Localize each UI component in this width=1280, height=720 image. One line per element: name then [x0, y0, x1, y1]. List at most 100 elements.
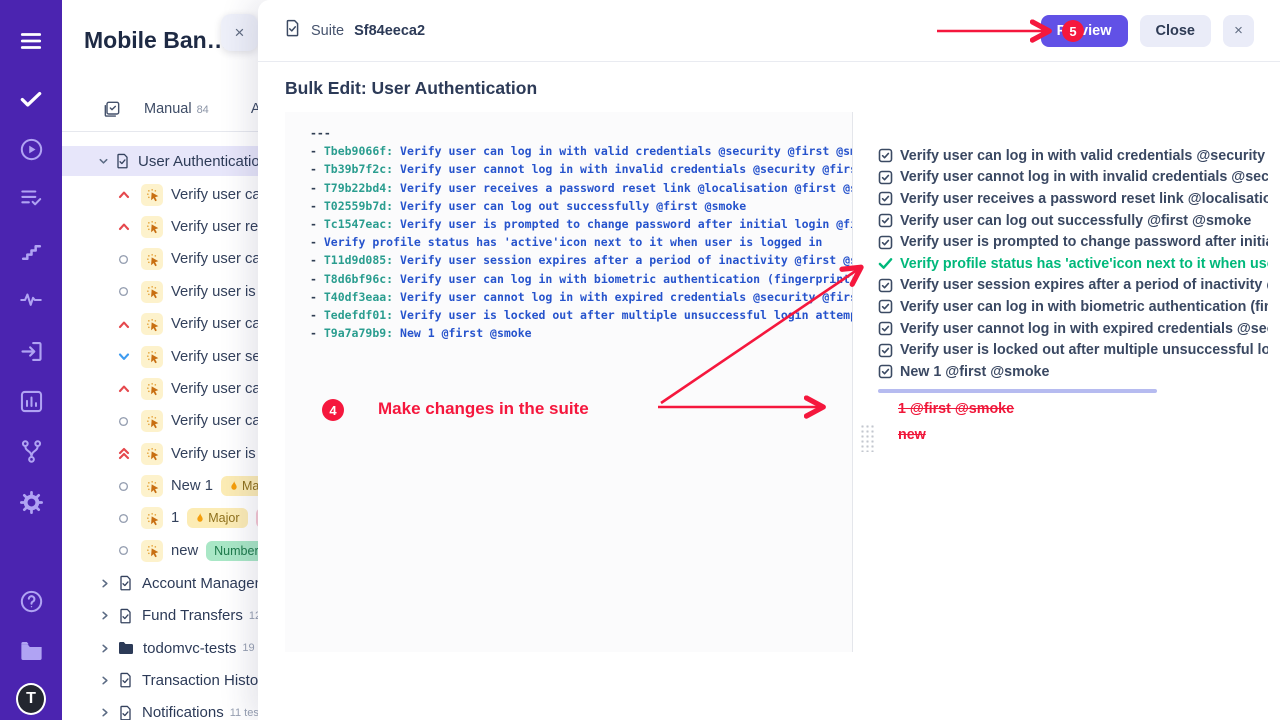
- task-check-icon: [878, 170, 893, 185]
- pane-splitter-handle[interactable]: [860, 424, 874, 452]
- tree-suite-notifications[interactable]: Notifications 11 tests: [62, 697, 258, 720]
- preview-test-item: Verify user can log out successfully @fi…: [878, 210, 1268, 232]
- tree-test-item[interactable]: Verify user can: [62, 308, 258, 340]
- task-check-icon: [878, 213, 893, 228]
- branches-git-icon[interactable]: [16, 436, 46, 466]
- editor-line: - T8d6bf96c: Verify user can log in with…: [310, 270, 852, 288]
- modal-close-x-button[interactable]: ×: [1223, 15, 1254, 47]
- tree-test-item[interactable]: Verify user is p: [62, 276, 258, 308]
- preview-test-item: Verify user is locked out after multiple…: [878, 339, 1268, 361]
- tree-suite-account-management[interactable]: Account Management: [62, 567, 258, 599]
- priority-high-icon: [117, 190, 130, 199]
- manual-test-icon: [141, 313, 163, 335]
- chevron-right-icon: [100, 610, 110, 621]
- editor-line: - Tc1547eac: Verify user is prompted to …: [310, 215, 852, 233]
- task-check-icon: [878, 235, 893, 250]
- tree-suite-fund-transfers[interactable]: Fund Transfers 12: [62, 599, 258, 631]
- preview-button[interactable]: Preview: [1041, 15, 1128, 47]
- panel-close-button[interactable]: ×: [221, 14, 258, 51]
- steps-stairs-icon[interactable]: [16, 236, 46, 266]
- manual-test-icon: [141, 443, 163, 465]
- analytics-bar-chart-icon[interactable]: [16, 386, 46, 416]
- modal-header: Suite Sf84eeca2 Preview Close ×: [258, 0, 1280, 62]
- manual-test-icon: [141, 248, 163, 270]
- yaml-editor[interactable]: --- - Tbeb9066f: Verify user can log in …: [285, 112, 853, 652]
- priority-normal-icon: [117, 254, 130, 265]
- editor-line: - Verify profile status has 'active'icon…: [310, 233, 852, 251]
- tree-test-item[interactable]: Verify user ses: [62, 340, 258, 372]
- priority-critical-icon: [117, 447, 130, 460]
- priority-normal-icon: [117, 513, 130, 524]
- priority-high-icon: [117, 222, 130, 231]
- runs-play-icon[interactable]: [16, 134, 46, 164]
- suite-doc-check-icon: [118, 672, 133, 688]
- editor-line: - T40df3eaa: Verify user cannot log in w…: [310, 288, 852, 306]
- preview-test-item: Verify user cannot log in with expired c…: [878, 318, 1268, 340]
- preview-test-item: Verify user can log in with biometric au…: [878, 296, 1268, 318]
- task-check-icon: [878, 364, 893, 379]
- suite-doc-check-icon: [118, 575, 133, 591]
- test-plans-list-check-icon[interactable]: [16, 183, 46, 213]
- preview-test-item: Verify user can log in with valid creden…: [878, 145, 1268, 167]
- tree-folder-todomvc-tests[interactable]: todomvc-tests 19: [62, 632, 258, 664]
- editor-line: - Tedefdf01: Verify user is locked out a…: [310, 306, 852, 324]
- tree-suite-transaction-history[interactable]: Transaction History: [62, 664, 258, 696]
- menu-icon[interactable]: [16, 26, 46, 56]
- tree-test-item[interactable]: Verify user can: [62, 178, 258, 210]
- preview-test-item: Verify user session expires after a peri…: [878, 275, 1268, 297]
- suite-doc-check-icon: [284, 19, 301, 42]
- help-question-icon[interactable]: [16, 586, 46, 616]
- copy-check-icon: [102, 99, 122, 119]
- green-check-icon: [878, 257, 893, 270]
- settings-gear-icon[interactable]: [16, 487, 46, 517]
- project-panel: Mobile Banking × Manual 84 Automated: [62, 0, 258, 720]
- priority-normal-icon: [117, 286, 130, 297]
- tree-test-item[interactable]: Verify user is lo: [62, 438, 258, 470]
- profile-avatar[interactable]: T: [16, 684, 46, 714]
- preview-test-item-added: Verify profile status has 'active'icon n…: [878, 253, 1268, 275]
- tree-test-item[interactable]: new Number: 3: [62, 535, 258, 567]
- tree-suite-user-authentication[interactable]: User Authentication: [62, 146, 258, 176]
- priority-high-icon: [117, 320, 130, 329]
- tree-test-item[interactable]: Verify user can: [62, 373, 258, 405]
- pulse-activity-icon[interactable]: [16, 285, 46, 315]
- priority-low-icon: [117, 352, 130, 361]
- tab-automated[interactable]: Automated: [251, 101, 258, 117]
- editor-line: - T11d9d085: Verify user session expires…: [310, 251, 852, 269]
- editor-line: - Tb39b7f2c: Verify user cannot log in w…: [310, 160, 852, 178]
- task-check-icon: [878, 278, 893, 293]
- priority-high-icon: [117, 384, 130, 393]
- import-sign-in-icon[interactable]: [16, 336, 46, 366]
- close-button[interactable]: Close: [1140, 15, 1212, 47]
- priority-normal-icon: [117, 545, 130, 556]
- priority-normal-icon: [117, 481, 130, 492]
- tree-test-item[interactable]: New 1 Major: [62, 470, 258, 502]
- close-icon: ×: [235, 23, 245, 43]
- tests-check-icon[interactable]: [16, 84, 46, 114]
- priority-normal-icon: [117, 416, 130, 427]
- tree-test-item[interactable]: 1 Major To: [62, 502, 258, 534]
- folder-icon: [118, 641, 134, 655]
- task-check-icon: [878, 148, 893, 163]
- tree-test-item[interactable]: Verify user can: [62, 405, 258, 437]
- tab-manual-count: 84: [197, 104, 209, 116]
- chevron-right-icon: [100, 707, 110, 718]
- tree-test-item[interactable]: Verify user can: [62, 243, 258, 275]
- manual-test-icon: [141, 475, 163, 497]
- task-check-icon: [878, 343, 893, 358]
- task-check-icon: [878, 321, 893, 336]
- editor-line: ---: [310, 124, 852, 142]
- preview-deleted-item: new: [878, 424, 1268, 445]
- chevron-right-icon: [100, 578, 110, 589]
- tab-manual[interactable]: Manual 84: [144, 101, 209, 117]
- suite-doc-check-icon: [115, 153, 130, 169]
- projects-folder-icon[interactable]: [16, 636, 46, 666]
- suite-tree: User Authentication Verify user can Veri…: [62, 146, 258, 720]
- editor-line: - Tbeb9066f: Verify user can log in with…: [310, 142, 852, 160]
- task-check-icon: [878, 299, 893, 314]
- manual-test-icon: [141, 410, 163, 432]
- preview-test-item: Verify user is prompted to change passwo…: [878, 231, 1268, 253]
- severity-badge-major: Major: [187, 508, 247, 528]
- tree-test-item[interactable]: Verify user rec: [62, 211, 258, 243]
- suite-id: Sf84eeca2: [354, 23, 425, 39]
